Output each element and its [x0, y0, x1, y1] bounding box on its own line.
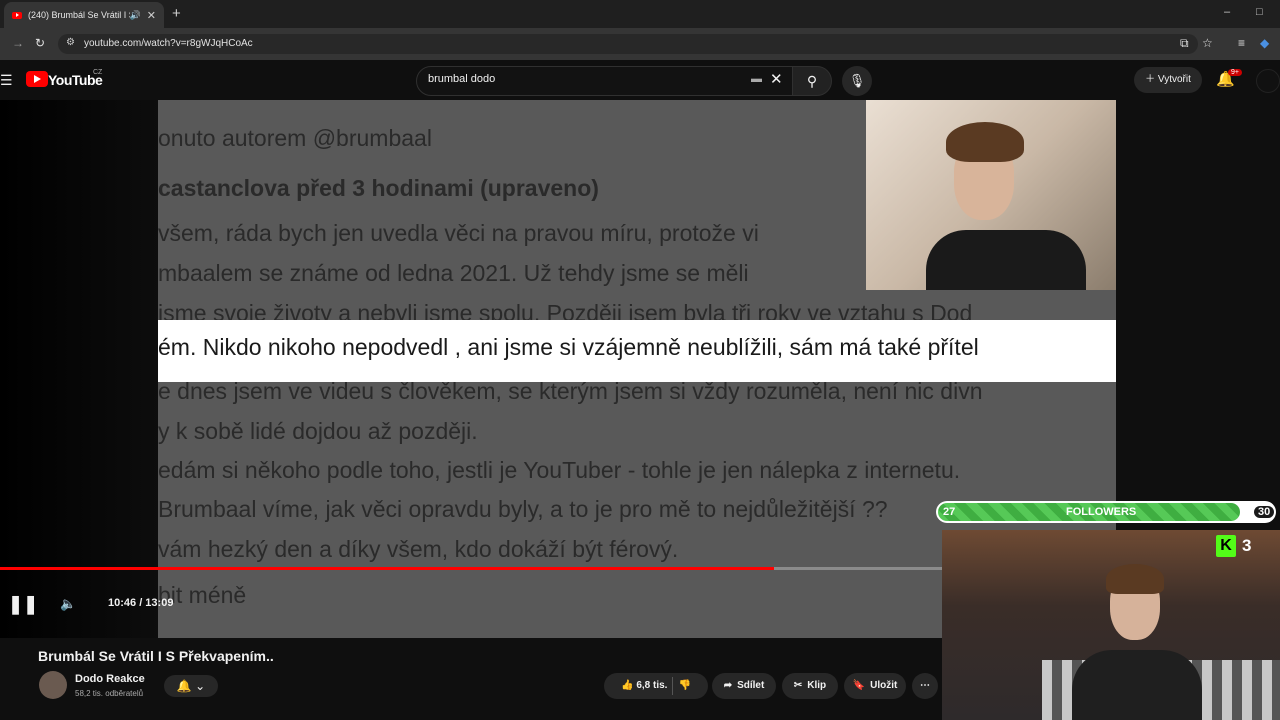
comment-line: všem, ráda bych jen uvedla věci na pravo…: [158, 220, 759, 246]
subscriber-count: 58,2 tis. odběratelů: [75, 689, 144, 698]
pause-icon[interactable]: ❚❚: [8, 594, 38, 615]
menu-hamburger-icon[interactable]: ☰: [0, 72, 13, 89]
comment-line: mbaalem se známe od ledna 2021. Už tehdy…: [158, 260, 749, 286]
account-avatar[interactable]: [1256, 69, 1280, 93]
kick-logo-icon: K: [1216, 535, 1236, 557]
comment-line: y k sobě lidé dojdou až později.: [158, 418, 478, 444]
subscription-bell-button[interactable]: 🔔 ⌄: [164, 675, 218, 697]
new-tab-button[interactable]: +: [172, 5, 181, 22]
time-display: 10:46 / 13:09: [108, 597, 174, 609]
chevron-down-icon: ⌄: [195, 679, 206, 693]
streamer-facecam: [866, 100, 1116, 290]
reload-icon[interactable]: ↻: [35, 36, 45, 50]
share-button[interactable]: ➦ Sdílet: [712, 673, 776, 699]
followers-current: 27: [943, 506, 956, 518]
like-button[interactable]: 👍 6,8 tis.: [621, 673, 667, 699]
browser-tab-strip: [0, 0, 1280, 28]
create-label: Vytvořit: [1157, 74, 1191, 85]
bookmark-icon: 🔖: [852, 680, 866, 691]
media-controls-icon[interactable]: ≡: [1238, 36, 1245, 50]
browser-tab[interactable]: (240) Brumbál Se Vrátil I S P 🔊 ✕: [4, 2, 164, 28]
url-text: youtube.com/watch?v=r8gWJqHCoAc: [84, 38, 253, 49]
minimize-button[interactable]: –: [1224, 6, 1230, 18]
channel-avatar[interactable]: [39, 671, 67, 699]
thumbs-down-icon[interactable]: 👎: [678, 673, 690, 699]
save-button[interactable]: 🔖 Uložit: [844, 673, 906, 699]
bookmark-star-icon[interactable]: ☆: [1202, 36, 1213, 50]
search-icon: ⚲: [806, 73, 818, 89]
site-info-icon[interactable]: ⚙: [66, 37, 75, 48]
create-button[interactable]: ＋ Vytvořit: [1134, 67, 1202, 93]
comment-line: edám si někoho podle toho, jestli je You…: [158, 457, 961, 483]
room-webcam: [942, 530, 1280, 720]
streamer-hair: [946, 122, 1024, 162]
more-actions-button[interactable]: ⋯: [912, 673, 938, 699]
keyboard-icon[interactable]: ▬: [751, 73, 762, 85]
streamer-shirt: [926, 230, 1086, 290]
followers-goal: 30: [1254, 506, 1275, 518]
followers-label: FOLLOWERS: [1066, 506, 1137, 518]
channel-name[interactable]: Dodo Reakce: [75, 673, 145, 685]
video-progress-fill: [0, 567, 775, 570]
scissors-icon: ✂: [793, 680, 803, 691]
share-label: Sdílet: [737, 680, 765, 691]
install-app-icon[interactable]: ⧉: [1180, 36, 1189, 51]
video-left-shade: [0, 100, 160, 638]
search-button[interactable]: ⚲: [792, 66, 832, 96]
volume-icon[interactable]: 🔈: [60, 596, 76, 612]
youtube-logo-icon[interactable]: [26, 71, 48, 87]
webcam-person: [1072, 564, 1202, 720]
share-icon: ➦: [723, 680, 733, 691]
region-code: CZ: [93, 69, 103, 76]
comment-line: vám hezký den a díky všem, kdo dokáží bý…: [158, 536, 679, 562]
notification-badge: 9+: [1228, 69, 1242, 76]
like-dislike-group: 👍 6,8 tis. 👎: [604, 673, 708, 699]
comment-line: Brumbaal víme, jak věci opravdu byly, a …: [158, 496, 888, 522]
more-dots-icon: ⋯: [920, 680, 930, 691]
bell-icon: 🔔: [176, 679, 192, 693]
like-count: 6,8 tis.: [636, 680, 668, 691]
clear-search-icon[interactable]: ✕: [770, 70, 783, 88]
comment-line: onuto autorem @brumbaal: [158, 125, 432, 151]
voice-search-button[interactable]: 🎙: [842, 66, 872, 96]
tab-title: (240) Brumbál Se Vrátil I S P: [28, 10, 130, 20]
clip-label: Klip: [807, 680, 827, 691]
person-body: [1072, 650, 1202, 720]
person-hair: [1106, 564, 1164, 594]
search-query: brumbal dodo: [428, 73, 496, 85]
like-divider: [672, 677, 674, 695]
kick-viewer-count: 3: [1242, 536, 1252, 555]
thumbs-up-icon: 👍: [621, 680, 634, 691]
microphone-icon: 🎙: [848, 73, 866, 88]
save-label: Uložit: [870, 680, 898, 691]
highlight-text: ém. Nikdo nikoho nepodvedl , ani jsme si…: [158, 334, 979, 360]
tab-close-icon[interactable]: ✕: [147, 9, 156, 22]
extension-icon[interactable]: ◆: [1260, 36, 1269, 50]
maximize-button[interactable]: □: [1256, 6, 1263, 18]
youtube-favicon-icon: [12, 11, 22, 19]
comment-author-line: castanclova před 3 hodinami (upraveno): [158, 175, 599, 201]
video-title: Brumbál Se Vrátil I S Překvapením..: [38, 648, 274, 664]
audio-playing-icon[interactable]: 🔊: [130, 10, 141, 21]
comment-line: e dnes jsem ve videu s člověkem, se kter…: [158, 378, 983, 404]
clip-button[interactable]: ✂ Klip: [782, 673, 838, 699]
forward-icon[interactable]: →: [12, 36, 24, 50]
